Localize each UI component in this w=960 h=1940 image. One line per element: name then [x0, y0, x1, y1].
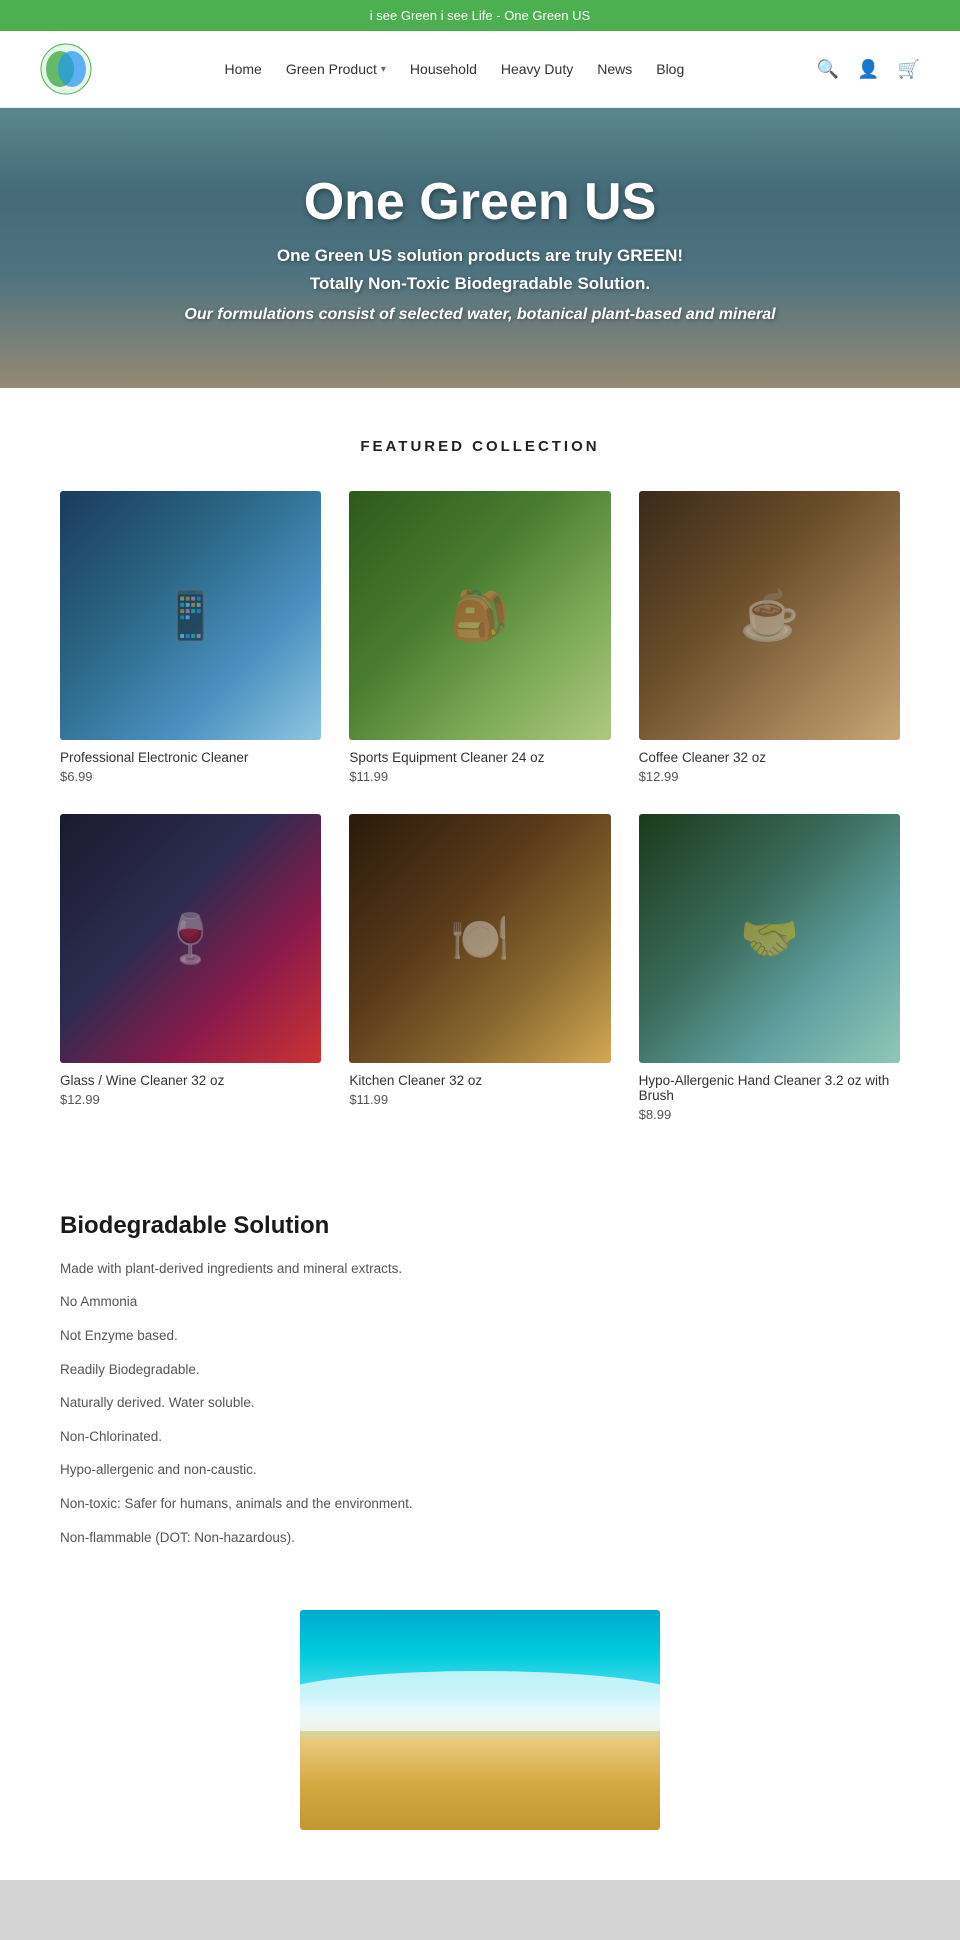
bio-point-8: Non-flammable (DOT: Non-hazardous). [60, 1527, 900, 1549]
product-price-5: $8.99 [639, 1107, 900, 1122]
product-price-0: $6.99 [60, 769, 321, 784]
product-image-5: 🤝 [639, 814, 900, 1063]
product-image-3: 🍷 [60, 814, 321, 1063]
product-image-1: 🎒 [349, 491, 610, 740]
nav-blog[interactable]: Blog [656, 61, 684, 77]
product-name-3: Glass / Wine Cleaner 32 oz [60, 1073, 321, 1088]
top-banner: i see Green i see Life - One Green US [0, 0, 960, 31]
nav-heavy-duty[interactable]: Heavy Duty [501, 61, 573, 77]
biodegradable-section: Biodegradable Solution Made with plant-d… [0, 1162, 960, 1590]
cart-icon[interactable]: 🛒 [898, 59, 920, 80]
beach-section [0, 1590, 960, 1880]
biodegradable-title: Biodegradable Solution [60, 1212, 900, 1240]
product-card-3[interactable]: 🍷 Glass / Wine Cleaner 32 oz $12.99 [60, 814, 321, 1122]
product-card-5[interactable]: 🤝 Hypo-Allergenic Hand Cleaner 3.2 oz wi… [639, 814, 900, 1122]
product-name-1: Sports Equipment Cleaner 24 oz [349, 750, 610, 765]
biodegradable-points: Made with plant-derived ingredients and … [60, 1258, 900, 1548]
nav-home[interactable]: Home [224, 61, 261, 77]
product-card-4[interactable]: 🍽️ Kitchen Cleaner 32 oz $11.99 [349, 814, 610, 1122]
beach-image [300, 1610, 660, 1830]
dropdown-arrow-green: ▾ [381, 64, 386, 75]
hero-section: One Green US One Green US solution produ… [0, 108, 960, 388]
logo-wrap[interactable] [40, 43, 92, 95]
footer [0, 1880, 960, 1940]
bio-point-7: Non-toxic: Safer for humans, animals and… [60, 1493, 900, 1515]
product-price-1: $11.99 [349, 769, 610, 784]
product-card-1[interactable]: 🎒 Sports Equipment Cleaner 24 oz $11.99 [349, 491, 610, 784]
hero-subtitle-1: One Green US solution products are truly… [184, 246, 775, 266]
product-price-2: $12.99 [639, 769, 900, 784]
product-price-3: $12.99 [60, 1092, 321, 1107]
featured-section: FEATURED COLLECTION 📱 Professional Elect… [0, 388, 960, 1162]
nav-household[interactable]: Household [410, 61, 477, 77]
product-price-4: $11.99 [349, 1092, 610, 1107]
search-icon[interactable]: 🔍 [817, 59, 839, 80]
bio-point-2: Not Enzyme based. [60, 1325, 900, 1347]
hero-subtitle-2: Totally Non-Toxic Biodegradable Solution… [184, 274, 775, 294]
product-card-0[interactable]: 📱 Professional Electronic Cleaner $6.99 [60, 491, 321, 784]
products-grid: 📱 Professional Electronic Cleaner $6.99 … [60, 491, 900, 1122]
nav-news[interactable]: News [597, 61, 632, 77]
product-card-2[interactable]: ☕ Coffee Cleaner 32 oz $12.99 [639, 491, 900, 784]
nav-green-product[interactable]: Green Product ▾ [286, 61, 386, 77]
hero-subtitle-3: Our formulations consist of selected wat… [184, 306, 775, 324]
login-icon[interactable]: 👤 [857, 59, 879, 80]
beach-wave [300, 1671, 660, 1731]
hero-title: One Green US [184, 172, 775, 232]
product-name-0: Professional Electronic Cleaner [60, 750, 321, 765]
product-image-4: 🍽️ [349, 814, 610, 1063]
navigation: Home Green Product ▾ Household Heavy Dut… [224, 61, 684, 77]
product-name-5: Hypo-Allergenic Hand Cleaner 3.2 oz with… [639, 1073, 900, 1103]
banner-text: i see Green i see Life - One Green US [370, 8, 590, 23]
bio-point-3: Readily Biodegradable. [60, 1359, 900, 1381]
hero-content: One Green US One Green US solution produ… [184, 172, 775, 324]
bio-point-0: Made with plant-derived ingredients and … [60, 1258, 900, 1280]
header: Home Green Product ▾ Household Heavy Dut… [0, 31, 960, 108]
header-icons: 🔍 👤 🛒 [817, 59, 920, 80]
product-image-0: 📱 [60, 491, 321, 740]
bio-point-1: No Ammonia [60, 1291, 900, 1313]
logo-icon [40, 43, 92, 95]
product-name-2: Coffee Cleaner 32 oz [639, 750, 900, 765]
bio-point-4: Naturally derived. Water soluble. [60, 1392, 900, 1414]
bio-point-6: Hypo-allergenic and non-caustic. [60, 1459, 900, 1481]
bio-point-5: Non-Chlorinated. [60, 1426, 900, 1448]
product-name-4: Kitchen Cleaner 32 oz [349, 1073, 610, 1088]
featured-title: FEATURED COLLECTION [60, 438, 900, 455]
product-image-2: ☕ [639, 491, 900, 740]
